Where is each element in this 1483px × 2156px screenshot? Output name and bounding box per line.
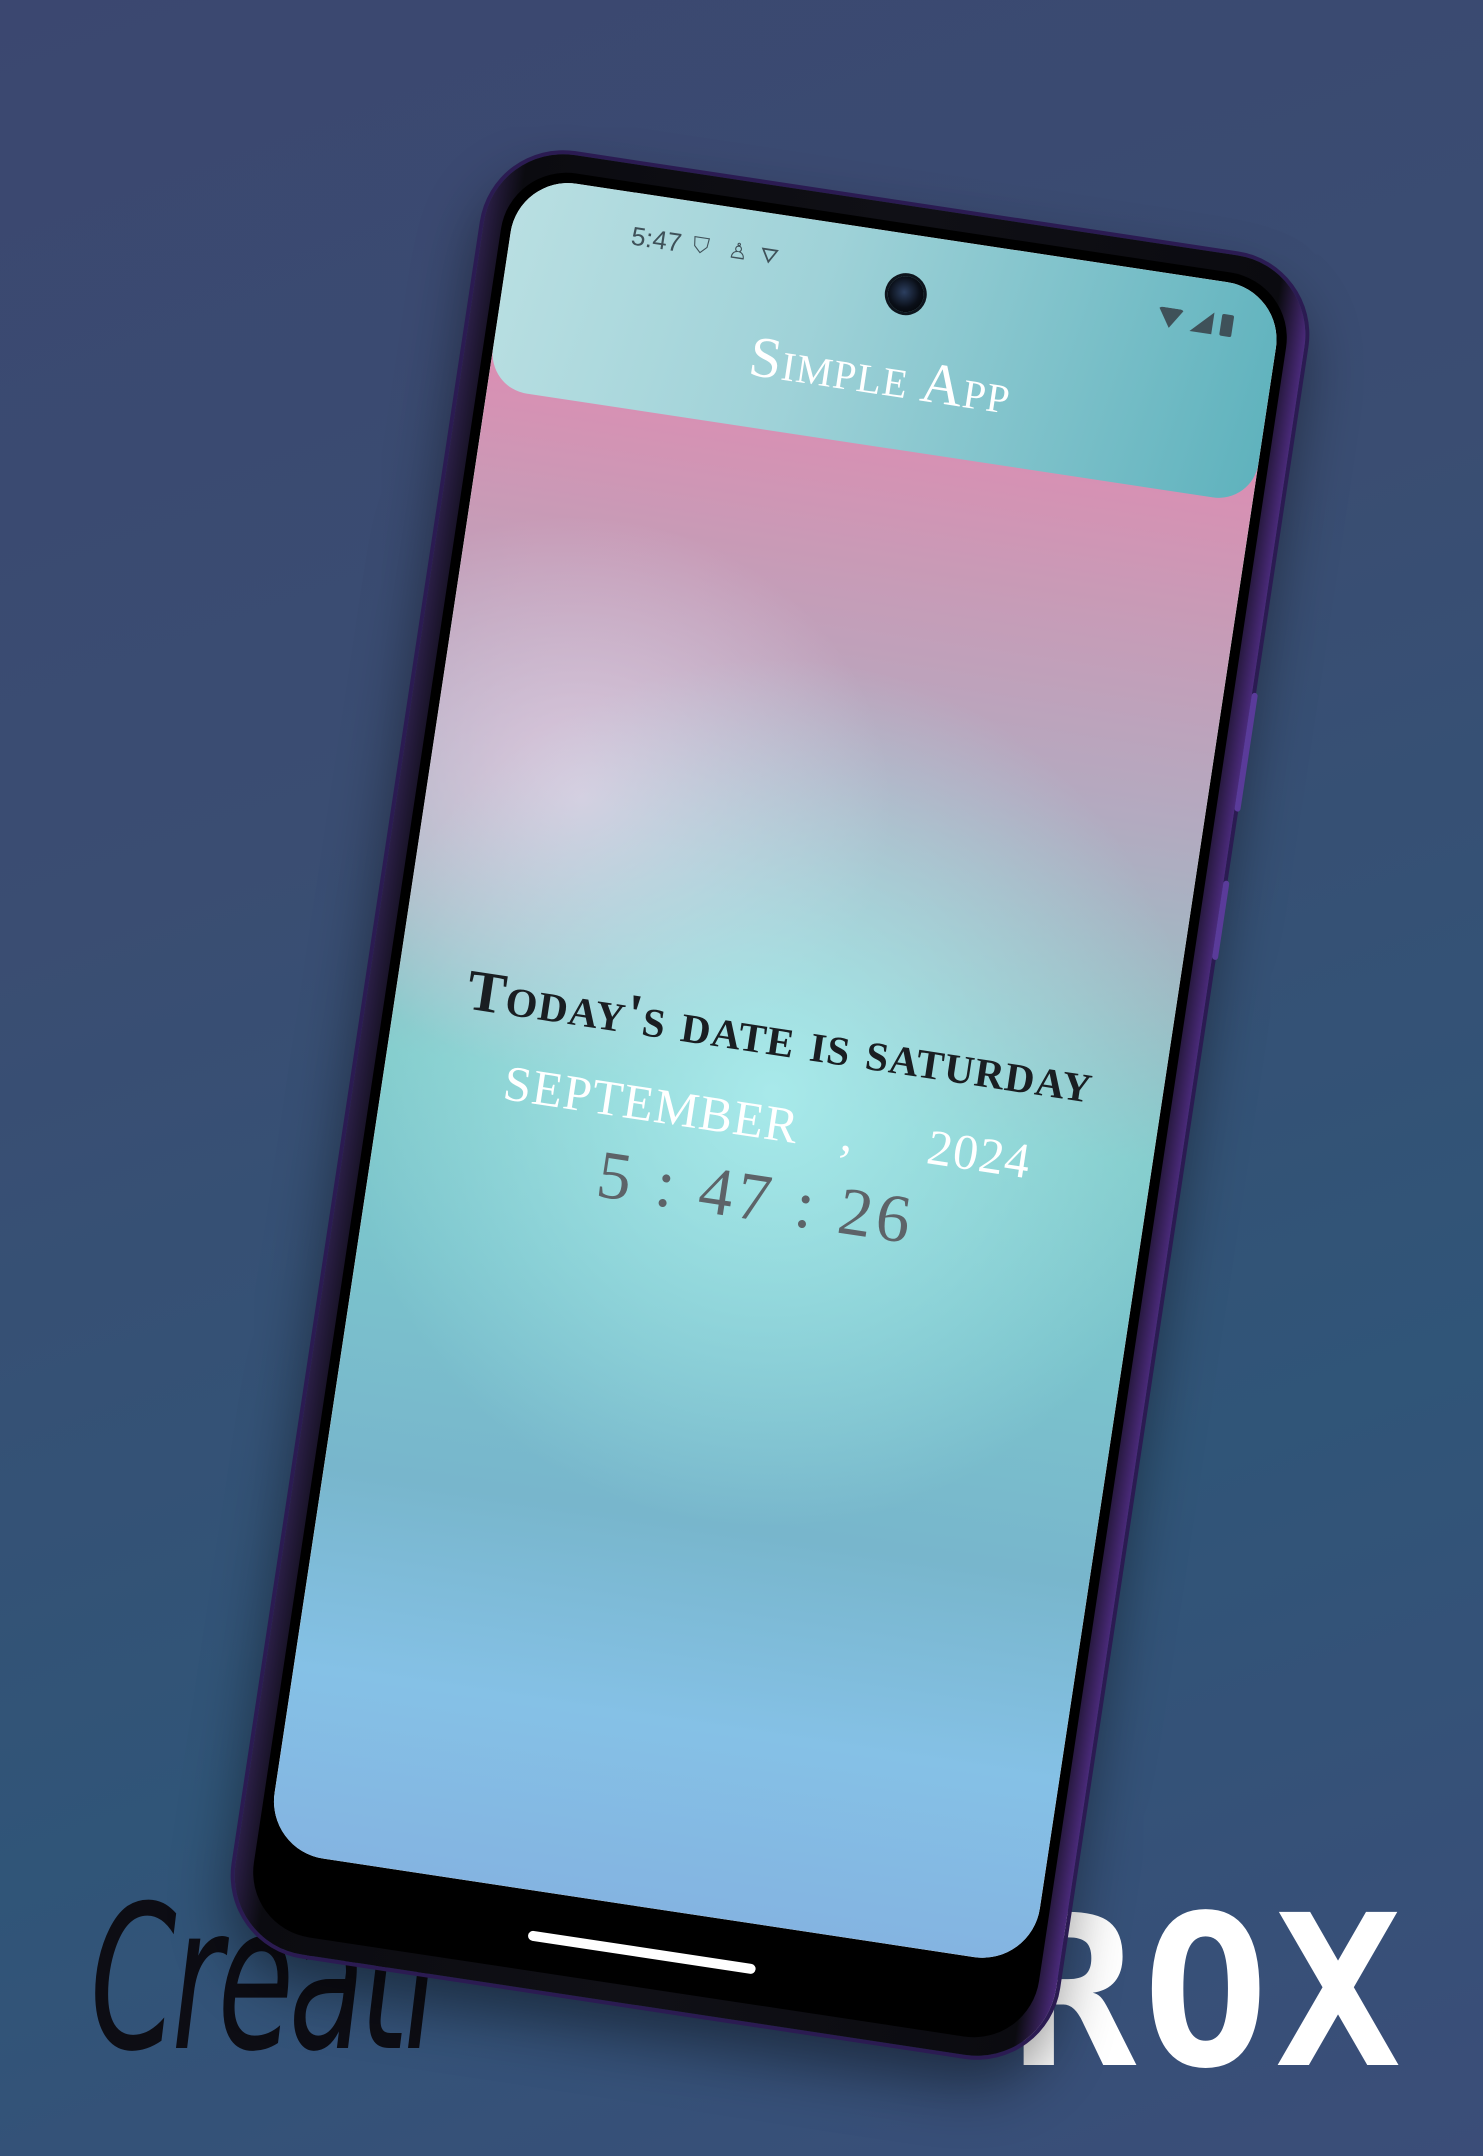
date-comma: ,	[837, 1105, 860, 1163]
signal-icon	[1189, 309, 1215, 335]
status-time: 5:47	[629, 220, 684, 258]
home-indicator[interactable]	[527, 1930, 757, 1975]
vpn-icon: ⛛	[758, 242, 781, 270]
shield-icon: ⛉	[690, 231, 712, 260]
status-indicators	[1155, 304, 1235, 338]
person-icon: ♙	[726, 237, 750, 265]
volume-button	[1234, 692, 1259, 813]
wifi-icon	[1155, 306, 1185, 330]
phone-screen: Today's date is saturday SEPTEMBER , 202…	[265, 175, 1285, 1966]
content-area: Today's date is saturday SEPTEMBER , 202…	[265, 312, 1264, 1966]
year-label: 2024	[923, 1118, 1035, 1190]
power-button	[1211, 880, 1230, 961]
phone-bezel: Today's date is saturday SEPTEMBER , 202…	[244, 163, 1296, 2047]
watermark-right-text: ROX	[1010, 1870, 1408, 2115]
gradient-card: Today's date is saturday SEPTEMBER , 202…	[265, 312, 1264, 1966]
date-display: Today's date is saturday SEPTEMBER , 202…	[367, 945, 1168, 1294]
camera-hole	[885, 273, 927, 315]
battery-icon	[1219, 313, 1235, 338]
phone-mockup: Today's date is saturday SEPTEMBER , 202…	[223, 143, 1317, 2067]
